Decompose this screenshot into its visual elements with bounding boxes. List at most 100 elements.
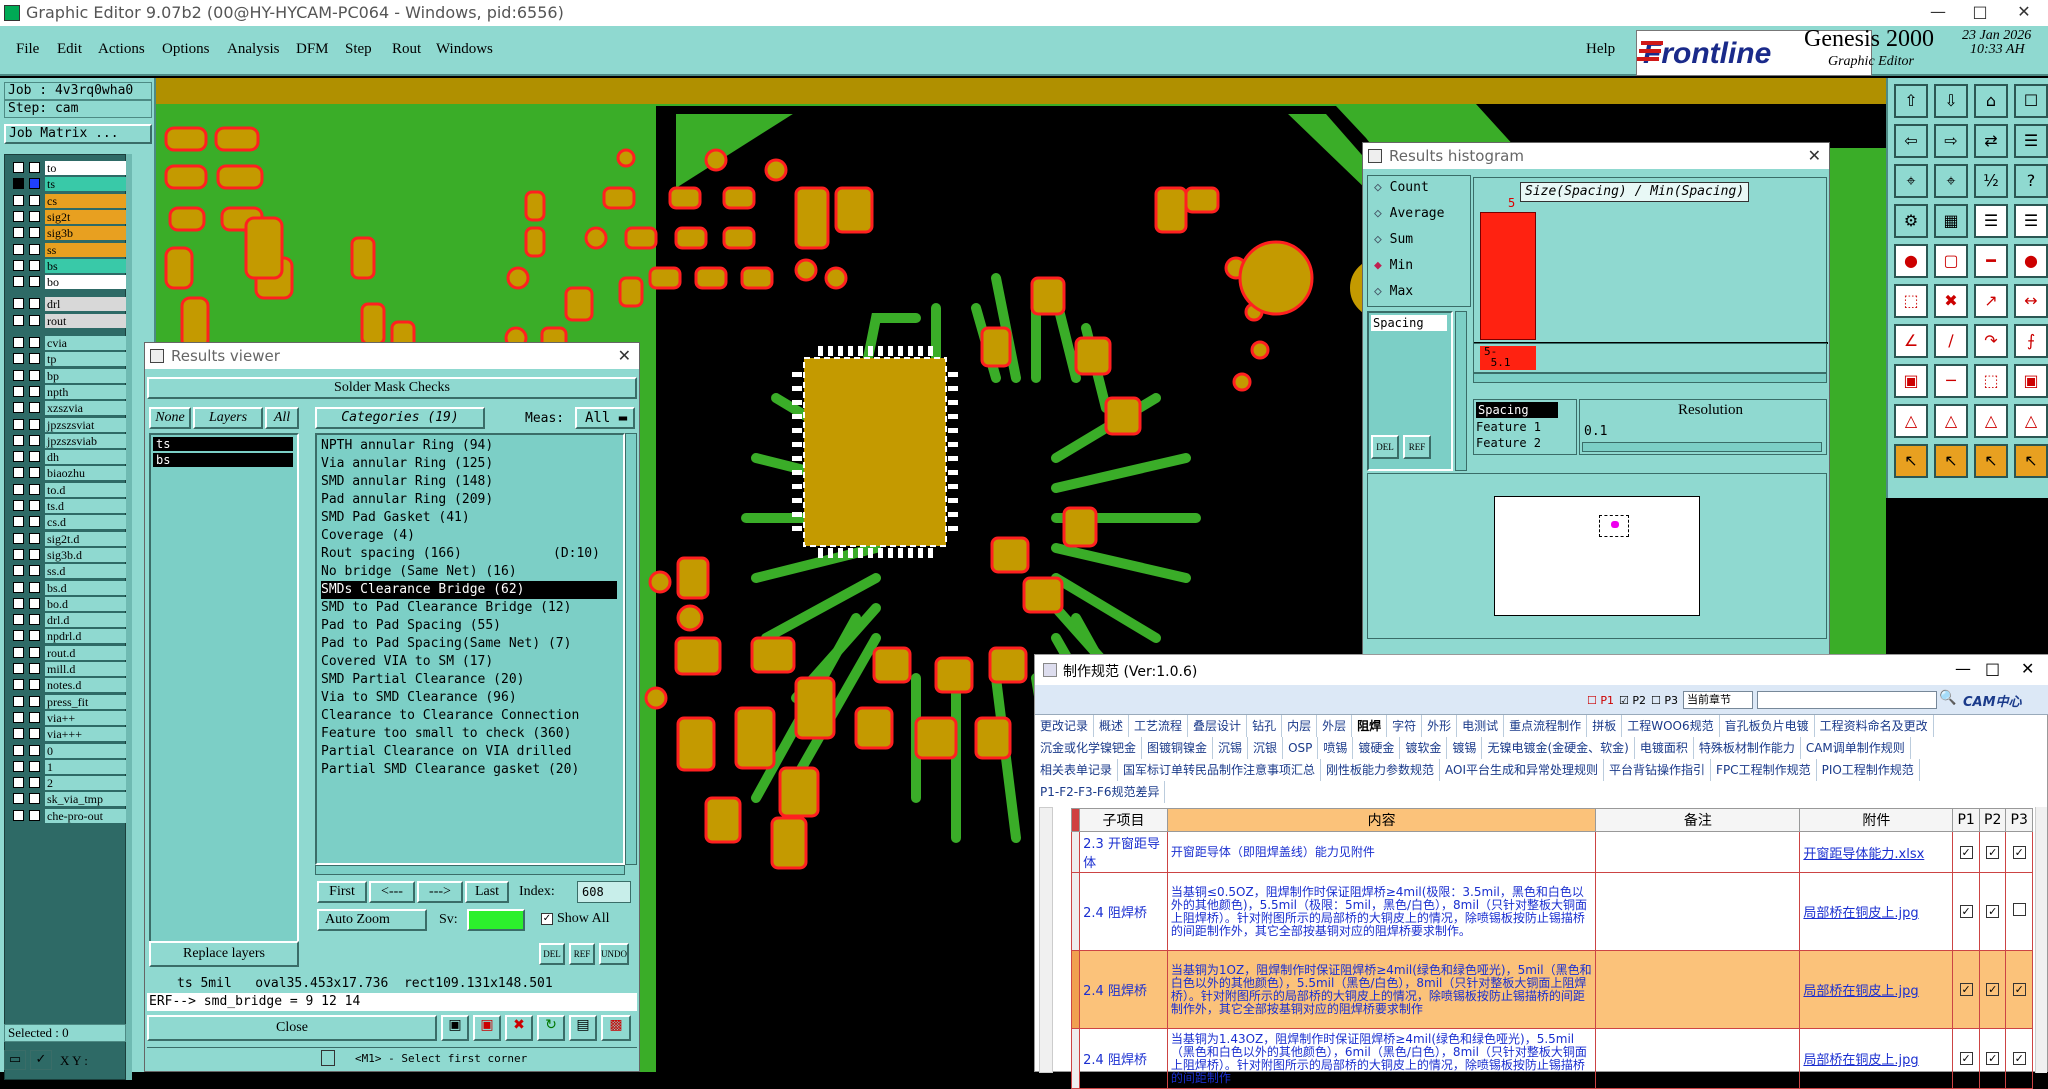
tool-icon[interactable]: ↖ xyxy=(1934,444,1968,478)
tool-icon[interactable]: ⇨ xyxy=(1934,124,1968,158)
layer-affected-checkbox[interactable] xyxy=(29,298,40,310)
category-item[interactable]: SMD Partial Clearance (20) xyxy=(321,671,617,689)
layer-checkbox[interactable] xyxy=(13,630,24,642)
layer-affected-checkbox[interactable] xyxy=(29,227,40,239)
layer-row-2[interactable]: cs xyxy=(13,193,131,208)
layer-row-37[interactable]: 2 xyxy=(13,776,131,791)
category-list[interactable]: NPTH annular Ring (94) Via annular Ring (… xyxy=(315,433,625,865)
layer-result-list[interactable]: ts bs xyxy=(149,433,299,963)
layer-checkbox[interactable] xyxy=(13,581,24,593)
aggregate-option[interactable]: ◇ Sum xyxy=(1374,232,1413,247)
layer-checkbox[interactable] xyxy=(13,597,24,609)
category-item[interactable]: SMDs Clearance Bridge (62) xyxy=(321,581,617,599)
tool-icon[interactable]: ✖ xyxy=(1934,284,1968,318)
result-layer-bs[interactable]: bs xyxy=(153,453,293,467)
layers-button[interactable]: Layers xyxy=(193,407,263,429)
close-icon[interactable]: ✕ xyxy=(1808,143,1821,169)
hist-del-icon[interactable]: DEL xyxy=(1371,435,1399,459)
layer-checkbox[interactable] xyxy=(13,663,24,674)
layer-scrollbar[interactable] xyxy=(126,154,132,1080)
row-attachment[interactable]: 开窗距导体能力.xlsx xyxy=(1799,831,1954,873)
hist-ref-icon[interactable]: REF xyxy=(1403,435,1431,459)
category-item[interactable]: SMD annular Ring (148) xyxy=(321,473,617,491)
layer-row-5[interactable]: ss xyxy=(13,242,131,257)
row-p1[interactable]: ✓ xyxy=(1952,872,1980,951)
layer-affected-checkbox[interactable] xyxy=(29,194,40,206)
prev-button[interactable]: <--- xyxy=(369,881,415,903)
attachment-link[interactable]: 局部桥在铜皮上.jpg xyxy=(1803,1053,1918,1068)
layer-row-3[interactable]: sig2t xyxy=(13,209,131,224)
layer-affected-checkbox[interactable] xyxy=(29,711,40,723)
layer-row-12[interactable]: bp xyxy=(13,368,131,383)
checkbox-icon[interactable]: ✓ xyxy=(1986,983,2000,996)
row-p3[interactable]: ✓ xyxy=(2005,1028,2033,1089)
layer-affected-checkbox[interactable] xyxy=(29,597,40,609)
tool-icon[interactable]: ⌖ xyxy=(1934,164,1968,198)
chart-icon-2[interactable]: ▣ xyxy=(473,1015,501,1041)
result-layer-ts[interactable]: ts xyxy=(153,437,293,451)
scope-dropdown[interactable]: 当前章节 xyxy=(1683,691,1753,709)
spec-tab[interactable]: 镀软金 xyxy=(1400,737,1448,759)
spec-tab[interactable]: AOI平台生成和异常处理规则 xyxy=(1440,759,1605,781)
histogram-chart[interactable]: Size(Spacing) / Min(Spacing) 5 xyxy=(1473,177,1828,344)
layer-checkbox[interactable] xyxy=(13,483,24,495)
layer-row-7[interactable]: bo xyxy=(13,275,131,290)
layer-checkbox[interactable] xyxy=(13,565,24,577)
row-p3[interactable] xyxy=(2005,872,2033,951)
tool-icon[interactable]: ½ xyxy=(1974,164,2008,198)
category-item[interactable]: No bridge (Same Net) (16) xyxy=(321,563,617,581)
spec-tab[interactable]: 重点流程制作 xyxy=(1504,715,1588,737)
layer-name[interactable]: 2 xyxy=(45,776,129,791)
layer-row-36[interactable]: 1 xyxy=(13,759,131,774)
show-all-checkbox[interactable]: ✓ xyxy=(541,913,553,925)
tool-icon[interactable]: ↷ xyxy=(1974,324,2008,358)
ref-icon[interactable]: REF xyxy=(569,943,595,965)
layer-checkbox[interactable] xyxy=(13,679,24,691)
spec-left-scrollbar[interactable] xyxy=(1039,807,1053,1073)
menu-rout[interactable]: Rout xyxy=(392,41,421,58)
menu-actions[interactable]: Actions xyxy=(98,41,145,58)
layer-name[interactable]: npdrl.d xyxy=(45,629,129,644)
layer-row-20[interactable]: ts.d xyxy=(13,499,131,513)
tool-icon[interactable]: △ xyxy=(1974,404,2008,438)
layer-row-17[interactable]: dh xyxy=(13,450,131,465)
spec-row[interactable]: 2.4 阻焊桥 当基铜≤0.5OZ，阻焊制作时保证阻焊桥≥4mil(极限：3.5m… xyxy=(1070,872,2033,951)
layer-row-0[interactable]: to xyxy=(13,161,131,175)
tool-icon[interactable]: ⨍ xyxy=(2014,324,2048,358)
row-p2[interactable]: ✓ xyxy=(1978,831,2007,873)
menu-dfm[interactable]: DFM xyxy=(296,41,329,58)
layer-row-9[interactable]: rout xyxy=(13,313,131,328)
layer-affected-checkbox[interactable] xyxy=(29,385,40,397)
spec-row[interactable]: 2.4 阻焊桥 当基铜为1.43OZ，阻焊制作时保证阻焊桥≥4mil(绿色和绿色哑… xyxy=(1070,1028,2033,1089)
tool-icon[interactable]: ∕ xyxy=(1934,324,1968,358)
maximize-button[interactable]: □ xyxy=(1958,0,2002,26)
filter-p1[interactable]: ☐ P1 xyxy=(1587,694,1614,707)
row-p1[interactable]: ✓ xyxy=(1952,950,1980,1029)
tool-icon[interactable]: ☰ xyxy=(1974,204,2008,238)
layer-name[interactable]: sig3b.d xyxy=(45,547,129,562)
layer-checkbox[interactable] xyxy=(13,777,24,789)
meas-dropdown[interactable]: All ▬ xyxy=(575,407,635,429)
layer-row-19[interactable]: to.d xyxy=(13,482,131,497)
checkbox-icon[interactable]: ✓ xyxy=(1986,1052,2000,1065)
layer-name[interactable]: ss xyxy=(45,242,129,257)
spec-scrollbar[interactable] xyxy=(2035,807,2047,1073)
layer-affected-checkbox[interactable] xyxy=(29,162,40,173)
row-p2[interactable]: ✓ xyxy=(1978,1028,2007,1089)
pointer-icon[interactable]: ✓ xyxy=(30,1050,52,1070)
layer-affected-checkbox[interactable] xyxy=(29,402,40,414)
layer-name[interactable]: tp xyxy=(45,352,129,367)
cross-icon[interactable]: ✖ xyxy=(505,1015,533,1041)
checkbox-icon[interactable]: ✓ xyxy=(1959,845,1973,859)
tool-icon[interactable]: ⬚ xyxy=(1974,364,2008,398)
spec-tab[interactable]: 沉锡 xyxy=(1213,737,1249,759)
layer-row-24[interactable]: ss.d xyxy=(13,564,131,579)
layer-name[interactable]: xzszvia xyxy=(45,401,129,416)
layer-name[interactable]: jpzszsviab xyxy=(45,433,129,448)
layer-affected-checkbox[interactable] xyxy=(29,516,40,528)
filter-p2[interactable]: ☑ P2 xyxy=(1619,694,1646,707)
spec-tab[interactable]: 概述 xyxy=(1094,715,1130,737)
layer-name[interactable]: via++ xyxy=(45,710,129,725)
index-input[interactable]: 608 xyxy=(577,881,631,903)
spec-close-button[interactable]: ✕ xyxy=(2021,659,2034,678)
